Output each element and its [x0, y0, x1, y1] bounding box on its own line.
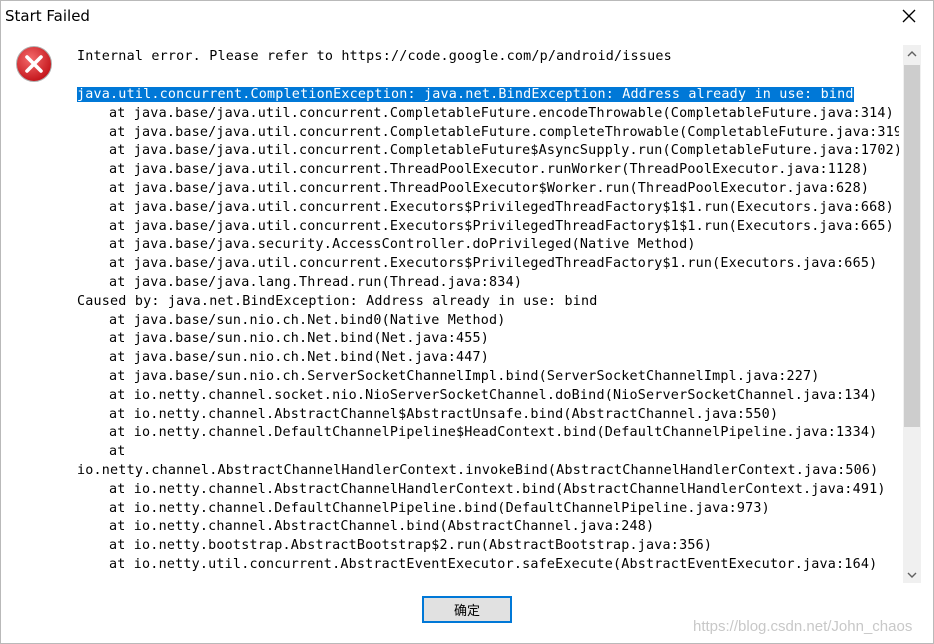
- message-area: Internal error. Please refer to https://…: [59, 39, 899, 585]
- stack-trace-line: at java.base/java.util.concurrent.Execut…: [109, 256, 878, 272]
- scroll-down-button[interactable]: [903, 566, 921, 583]
- stack-trace-line: at java.base/sun.nio.ch.Net.bind0(Native…: [109, 312, 506, 328]
- error-message: Internal error. Please refer to https://…: [77, 49, 672, 64]
- stack-trace-line: at java.base/java.util.concurrent.Thread…: [109, 162, 870, 178]
- error-dialog: Start Failed Internal error. Please refe…: [0, 0, 934, 644]
- stack-trace-line: at java.base/java.util.concurrent.Comple…: [109, 143, 899, 159]
- watermark-text: https://blog.csdn.net/John_chaos: [693, 618, 913, 635]
- window-title: Start Failed: [5, 7, 90, 25]
- stack-trace-line: java.util.concurrent.CompletionException…: [77, 87, 854, 102]
- stack-trace-line: at: [109, 444, 126, 460]
- stack-trace-line: at io.netty.channel.DefaultChannelPipeli…: [109, 500, 770, 516]
- stack-trace-line: at io.netty.channel.AbstractChannelHandl…: [109, 481, 886, 497]
- stack-trace-line: at java.base/java.security.AccessControl…: [109, 237, 696, 253]
- chevron-up-icon: [907, 50, 917, 56]
- stack-trace-line: at io.netty.channel.DefaultChannelPipeli…: [109, 425, 878, 441]
- stack-trace-line: at java.base/sun.nio.ch.Net.bind(Net.jav…: [109, 331, 490, 347]
- close-button[interactable]: [887, 1, 931, 31]
- stack-trace-text[interactable]: java.util.concurrent.CompletionException…: [77, 86, 899, 575]
- stack-trace-line: at java.base/java.util.concurrent.Thread…: [109, 180, 870, 196]
- stack-trace-line: at java.base/java.lang.Thread.run(Thread…: [109, 274, 523, 290]
- stack-trace-line: at io.netty.util.concurrent.AbstractEven…: [109, 556, 878, 572]
- stack-trace-line: io.netty.channel.AbstractChannelHandlerC…: [77, 462, 879, 478]
- stack-trace-line: at io.netty.channel.AbstractChannel.bind…: [109, 519, 655, 535]
- stack-trace-line: at java.base/java.util.concurrent.Comple…: [109, 124, 899, 140]
- scroll-up-button[interactable]: [903, 45, 921, 62]
- close-icon: [902, 9, 916, 23]
- stack-trace-line: at java.base/java.util.concurrent.Comple…: [109, 105, 894, 121]
- stack-trace-line: Caused by: java.net.BindException: Addre…: [77, 293, 598, 309]
- stack-trace-line: at java.base/sun.nio.ch.ServerSocketChan…: [109, 368, 820, 384]
- stack-trace-line: at java.base/java.util.concurrent.Execut…: [109, 199, 894, 215]
- stack-trace-line: at io.netty.bootstrap.AbstractBootstrap$…: [109, 538, 713, 554]
- scrollbar-thumb[interactable]: [904, 65, 920, 427]
- chevron-down-icon: [907, 572, 917, 578]
- vertical-scrollbar[interactable]: [903, 45, 921, 583]
- title-bar: Start Failed: [1, 1, 933, 31]
- stack-trace-line: at java.base/sun.nio.ch.Net.bind(Net.jav…: [109, 350, 490, 366]
- stack-trace-line: at java.base/java.util.concurrent.Execut…: [109, 218, 894, 234]
- error-icon: [16, 46, 52, 82]
- ok-button[interactable]: 确定: [422, 596, 512, 623]
- stack-trace-line: at io.netty.channel.socket.nio.NioServer…: [109, 387, 878, 403]
- stack-trace-line: at io.netty.channel.AbstractChannel$Abst…: [109, 406, 779, 422]
